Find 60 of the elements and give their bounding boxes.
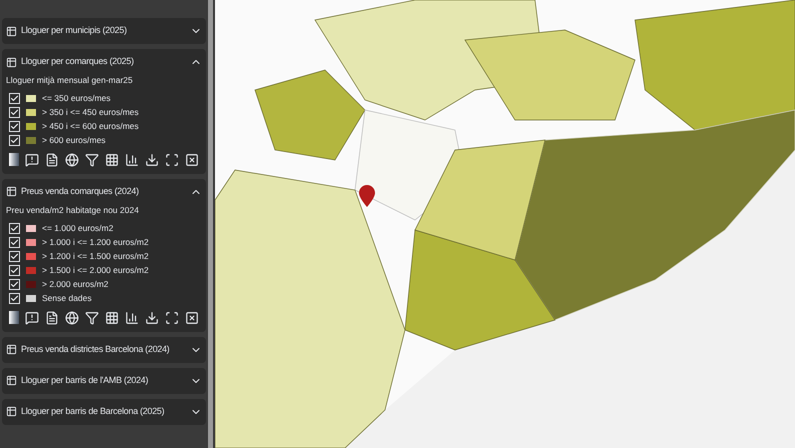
legend-label: > 600 euros/mes [42,134,106,147]
layer-title: Lloguer per barris de Barcelona (2025) [21,404,166,418]
layer-header[interactable]: Preus venda districtes Barcelona (2024) [6,340,202,358]
legend-checkbox[interactable] [9,278,20,290]
legend-checkbox[interactable] [9,292,20,304]
globe-icon[interactable] [65,152,79,167]
layer-header[interactable]: Preus venda comarques (2024) [6,182,202,201]
bar-chart-icon[interactable] [125,152,139,167]
legend-checkbox[interactable] [9,106,20,118]
download-icon[interactable] [145,310,159,324]
layer-title: Preus venda comarques (2024) [21,185,140,198]
layer-title: Preus venda districtes Barcelona (2024) [21,342,170,356]
layer-table-icon [6,344,17,355]
scrollbar[interactable] [208,0,213,448]
table-icon[interactable] [105,310,119,324]
layer-table-icon [6,406,17,417]
legend-checkbox[interactable] [9,264,20,276]
layer-header[interactable]: Lloguer per barris de Barcelona (2025) [6,402,202,420]
info-icon[interactable] [25,310,39,324]
legend-checkbox[interactable] [9,92,20,104]
bar-chart-icon[interactable] [125,310,139,324]
layer-table-icon [6,26,17,36]
legend-label: Sense dades [42,292,92,304]
opacity-gradient-icon[interactable] [9,311,19,324]
document-icon[interactable] [45,310,59,324]
download-icon[interactable] [145,152,159,167]
layer-title: Lloguer per municipis (2025) [21,24,128,38]
map-marker-icon[interactable] [359,185,375,207]
legend-checkbox[interactable] [9,134,20,146]
legend-label: > 450 i <= 600 euros/mes [42,120,139,133]
table-icon[interactable] [105,152,119,167]
legend-label: > 350 i <= 450 euros/mes [42,106,139,119]
legend-checkbox[interactable] [9,222,20,234]
legend-checkbox[interactable] [9,250,20,262]
close-icon[interactable] [185,152,199,167]
layer-table-icon [6,375,17,386]
legend-label: > 1.200 i <= 1.500 euros/m2 [42,250,149,262]
opacity-gradient-icon[interactable] [9,153,19,166]
filter-icon[interactable] [85,152,99,167]
layer-title: Lloguer per barris de l'AMB (2024) [21,374,150,387]
layer-table-icon [6,56,17,68]
filter-icon[interactable] [85,310,99,324]
info-icon[interactable] [25,152,39,167]
layer-table-icon [6,186,17,198]
legend-label: > 1.000 i <= 1.200 euros/m2 [42,236,149,248]
legend-checkbox[interactable] [9,236,20,248]
layer-header[interactable]: Lloguer per barris de l'AMB (2024) [6,372,202,390]
layer-title: Lloguer per comarques (2025) [21,55,135,68]
legend-label: > 2.000 euros/m2 [42,278,108,290]
close-icon[interactable] [185,310,199,324]
legend-label: <= 350 euros/mes [42,92,111,105]
globe-icon[interactable] [65,310,79,324]
legend-checkbox[interactable] [9,120,20,132]
legend-label: <= 1.000 euros/m2 [42,222,114,234]
legend-label: > 1.500 i <= 2.000 euros/m2 [42,264,149,276]
legend-subtitle: Preu venda/m2 habitatge nou 2024 [6,204,140,216]
document-icon[interactable] [45,152,59,167]
layer-header[interactable]: Lloguer per comarques (2025) [6,53,202,71]
legend-subtitle: Lloguer mitjà mensual gen-mar25 [6,74,134,87]
layer-header[interactable]: Lloguer per municipis (2025) [6,22,202,40]
